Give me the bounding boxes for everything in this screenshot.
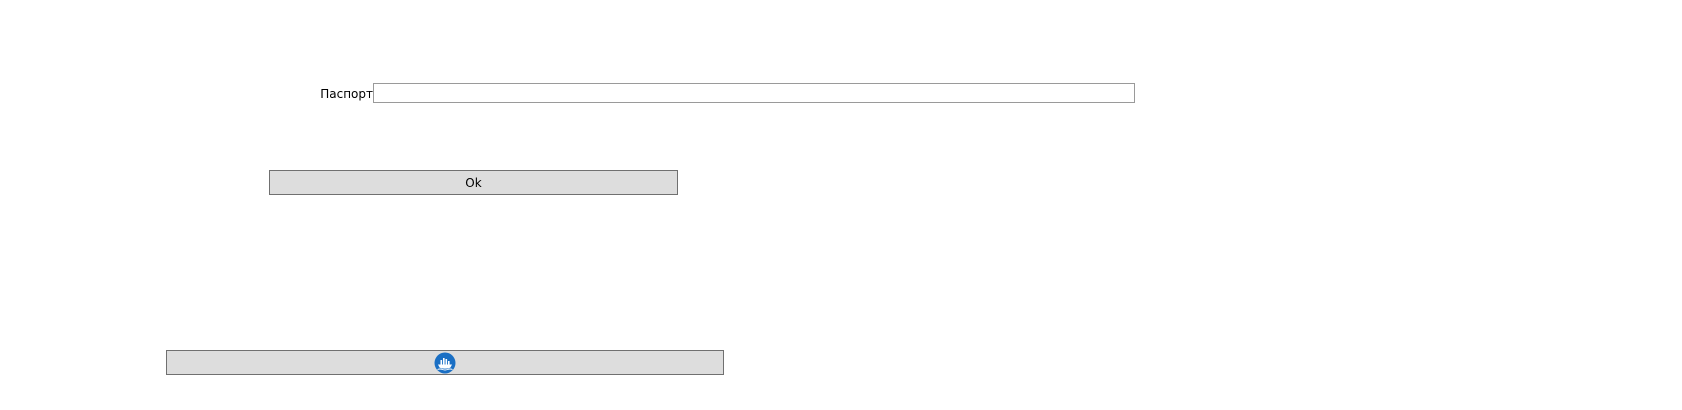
passport-input[interactable]: [373, 83, 1135, 103]
passport-label: Паспорт: [320, 87, 373, 101]
ok-button[interactable]: Ok: [269, 170, 678, 195]
logo-button[interactable]: [166, 350, 724, 375]
ship-logo-icon: [434, 352, 456, 374]
